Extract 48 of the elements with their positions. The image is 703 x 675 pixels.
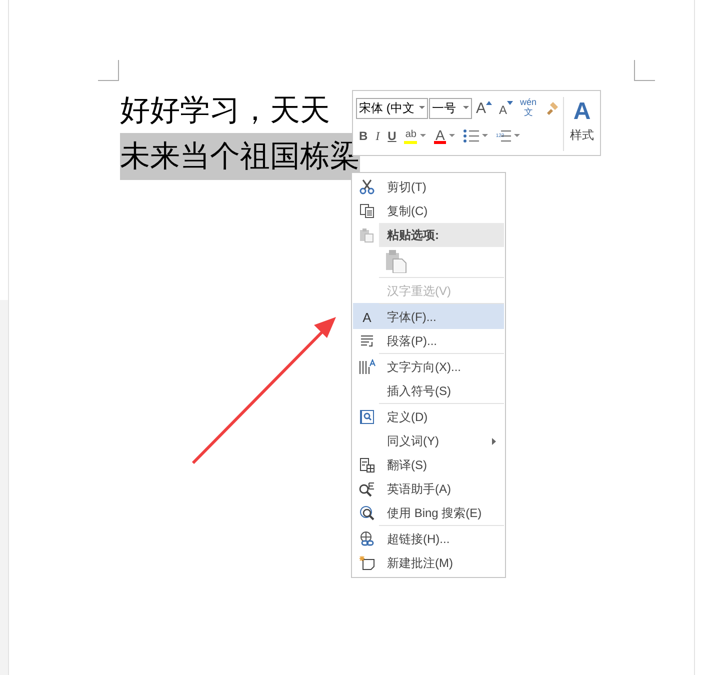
underline-button[interactable]: U [384,125,400,147]
book-search-icon [359,409,375,425]
menu-item[interactable]: 段落(P)... [353,329,504,353]
caret-icon [463,106,469,110]
translate-icon [359,457,375,473]
caret-icon [514,134,520,138]
up-arrow-icon [486,101,492,106]
caret-icon [420,134,426,138]
styles-button[interactable]: A 样式 [563,97,600,151]
menu-section-header: 粘贴选项: [379,223,504,247]
caret-icon [448,134,455,138]
menu-item[interactable]: 使用 Bing 搜索(E) [353,501,504,525]
caret-icon [419,106,425,110]
web-search-icon [359,505,375,521]
crop-mark [634,60,655,81]
menu-item[interactable]: 英语助手(A) [353,477,504,501]
caret-icon [482,134,488,138]
text-direction-icon [358,359,376,375]
crop-mark [98,60,119,81]
menu-item[interactable]: 插入符号(S) [353,379,504,403]
clipboard-icon [359,227,375,243]
shrink-font-button[interactable]: A [496,97,516,119]
down-arrow-icon [507,101,514,106]
menu-item[interactable]: 复制(C) [353,199,504,223]
font-size-dropdown[interactable]: 一号 [429,98,472,118]
paragraph-icon [359,333,375,349]
menu-item[interactable]: 翻译(S) [353,453,504,477]
document-text: 好好学习，天天 [120,93,330,129]
copy-icon [359,203,375,219]
menu-item[interactable]: 定义(D) [353,403,504,429]
grow-font-button[interactable]: A [473,97,496,119]
phonetic-guide-button[interactable]: wén 文 [517,97,540,119]
submenu-arrow-icon [492,438,496,444]
menu-item[interactable]: 同义词(Y) [353,429,504,453]
italic-button[interactable]: I [372,125,383,147]
menu-item[interactable]: 超链接(H)... [353,525,504,551]
new-comment-icon [359,555,375,571]
highlight-color-button[interactable]: ab [401,125,430,147]
hyperlink-icon [359,531,375,547]
bullet-list-icon [462,128,479,144]
font-name-dropdown[interactable]: 宋体 (中文 [356,98,428,118]
font-color-button[interactable]: A [431,125,458,147]
menu-item[interactable]: 新建批注(M) [353,551,504,575]
paste-keep-formatting-icon[interactable] [385,248,407,272]
magnifier-icon [358,481,376,497]
menu-item[interactable]: 文字方向(X)... [353,353,504,379]
scissors-icon [359,179,375,195]
menu-item[interactable]: A 字体(F)... [353,303,504,329]
